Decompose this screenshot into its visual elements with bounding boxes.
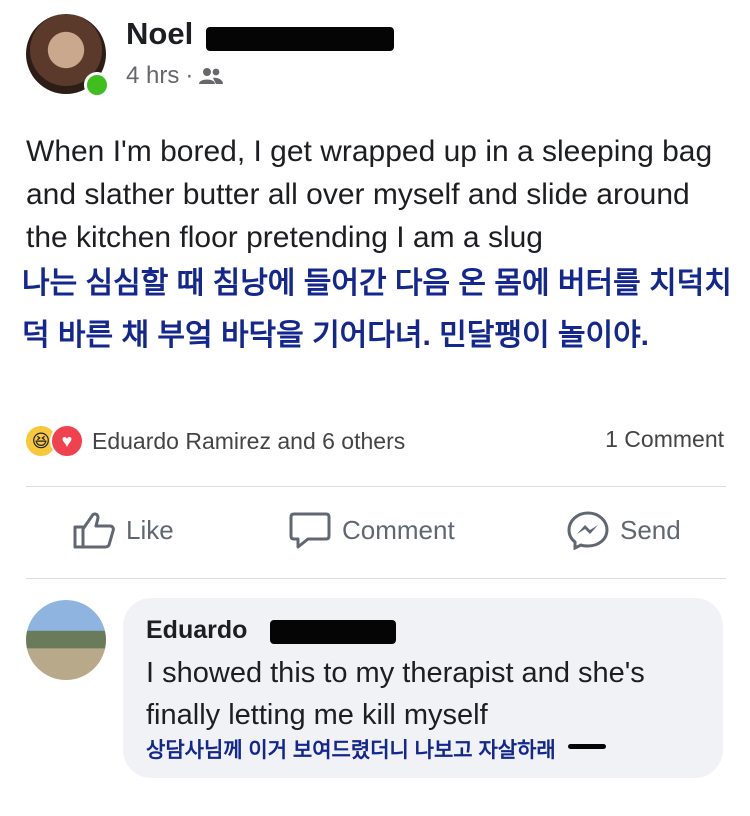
comment-translation: 상담사님께 이거 보여드렸더니 나보고 자살하래 [146,739,556,762]
commenter-name[interactable]: Eduardo [146,616,247,645]
send-button[interactable]: Send [566,510,681,550]
post-translation: 나는 심심할 때 침낭에 들어간 다음 온 몸에 버터를 치덕치덕 바른 채 부… [22,267,732,352]
love-reaction-icon: ♥ [50,424,84,458]
friends-icon [199,68,224,84]
post-time[interactable]: 4 hrs [126,62,179,90]
meta-separator: · [185,62,194,89]
divider-top [26,486,726,487]
post-text: When I'm bored, I get wrapped up in a sl… [26,135,713,254]
divider-bottom [26,578,726,579]
online-status-indicator [84,72,110,98]
send-label: Send [620,514,681,545]
poster-name[interactable]: Noel [126,16,193,52]
comment-label: Comment [342,514,455,545]
comment-text: I showed this to my therapist and she's … [146,657,645,731]
comment-button[interactable]: Comment [288,510,455,550]
reaction-summary-text: Eduardo Ramirez and 6 others [92,427,406,454]
comment-icon [289,512,331,549]
comment-count[interactable]: 1 Comment [605,426,724,453]
reaction-summary[interactable]: 😆 ♥ Eduardo Ramirez and 6 others [24,424,405,458]
messenger-icon [567,511,609,550]
like-button[interactable]: Like [72,510,174,550]
redacted-surname-bar [206,27,394,51]
redacted-word-bar [568,744,606,749]
thumbs-up-icon [73,512,115,549]
redacted-commenter-surname-bar [270,620,396,644]
commenter-avatar[interactable] [26,600,106,680]
like-label: Like [126,514,174,545]
post-meta: 4 hrs · [126,62,224,90]
